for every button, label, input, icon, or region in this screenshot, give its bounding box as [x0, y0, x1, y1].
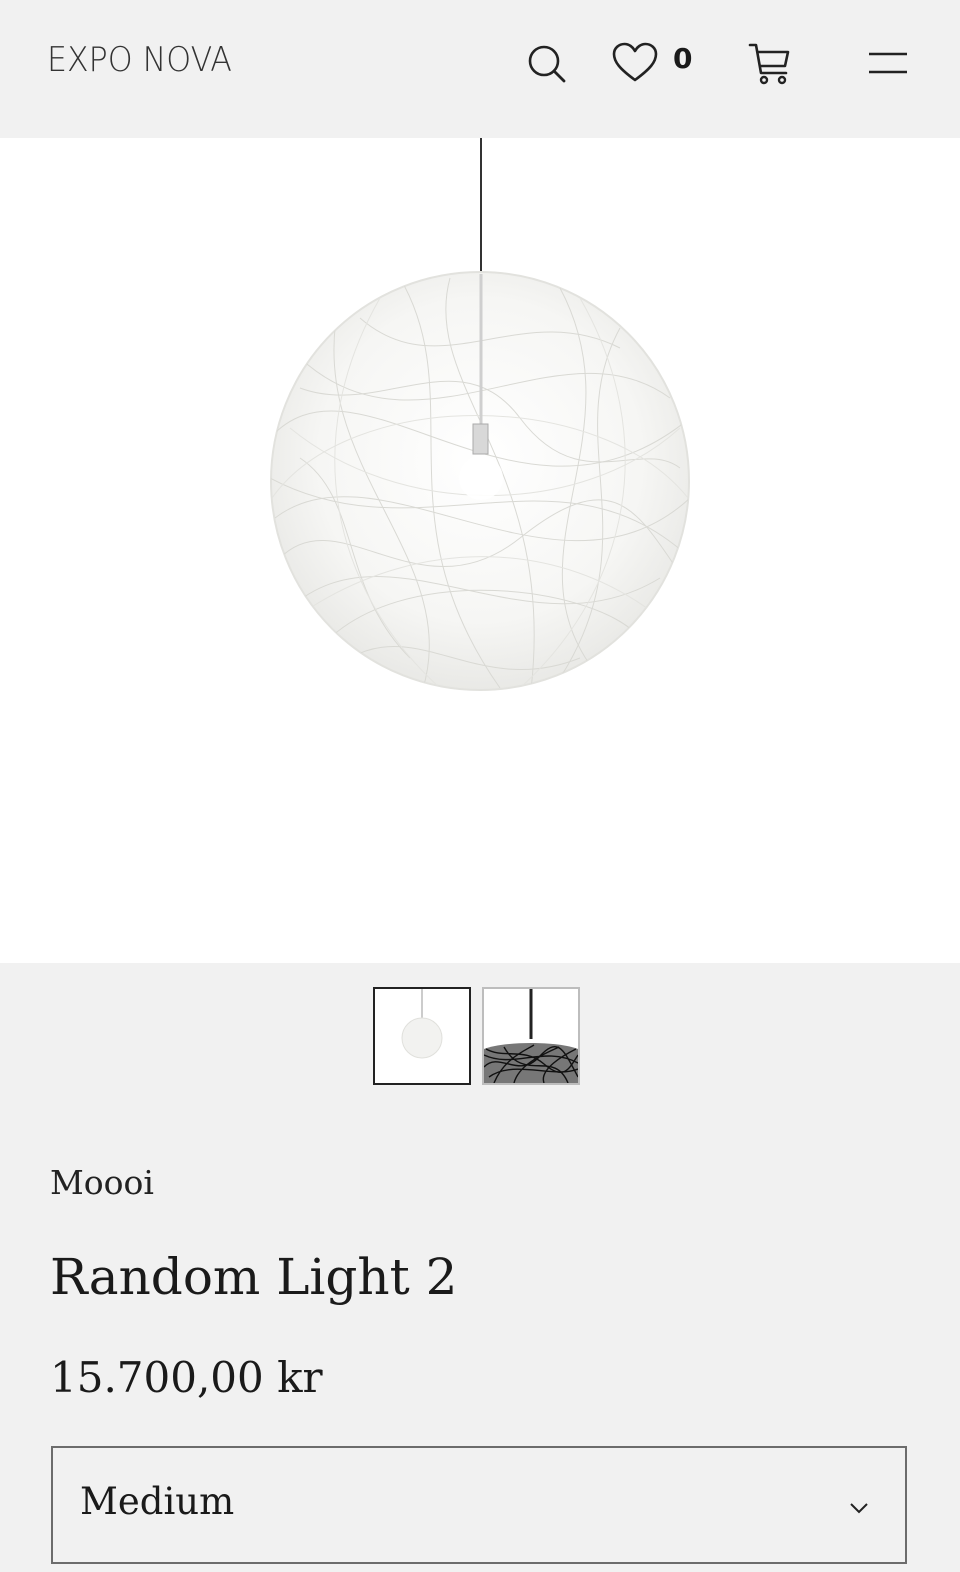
product-price: 15.700,00 kr	[50, 1353, 323, 1402]
heart-icon[interactable]	[612, 42, 658, 88]
size-select-value: Medium	[80, 1480, 235, 1523]
thumbnail-white-lamp[interactable]	[373, 987, 471, 1085]
cart-icon[interactable]	[748, 42, 792, 90]
chevron-down-icon	[849, 1499, 869, 1518]
search-icon[interactable]	[527, 44, 567, 88]
thumbnail-strip	[373, 987, 580, 1085]
product-brand[interactable]: Moooi	[50, 1163, 154, 1202]
site-logo[interactable]: EXPO NOVA	[47, 40, 232, 80]
site-header: EXPO NOVA 0	[0, 0, 960, 138]
product-title: Random Light 2	[50, 1248, 458, 1306]
wishlist-count: 0	[673, 42, 693, 75]
hamburger-menu-icon[interactable]	[868, 50, 908, 80]
size-select[interactable]: Medium	[51, 1446, 907, 1564]
thumbnail-black-lamp-detail[interactable]	[482, 987, 580, 1085]
product-main-image[interactable]	[0, 138, 960, 963]
